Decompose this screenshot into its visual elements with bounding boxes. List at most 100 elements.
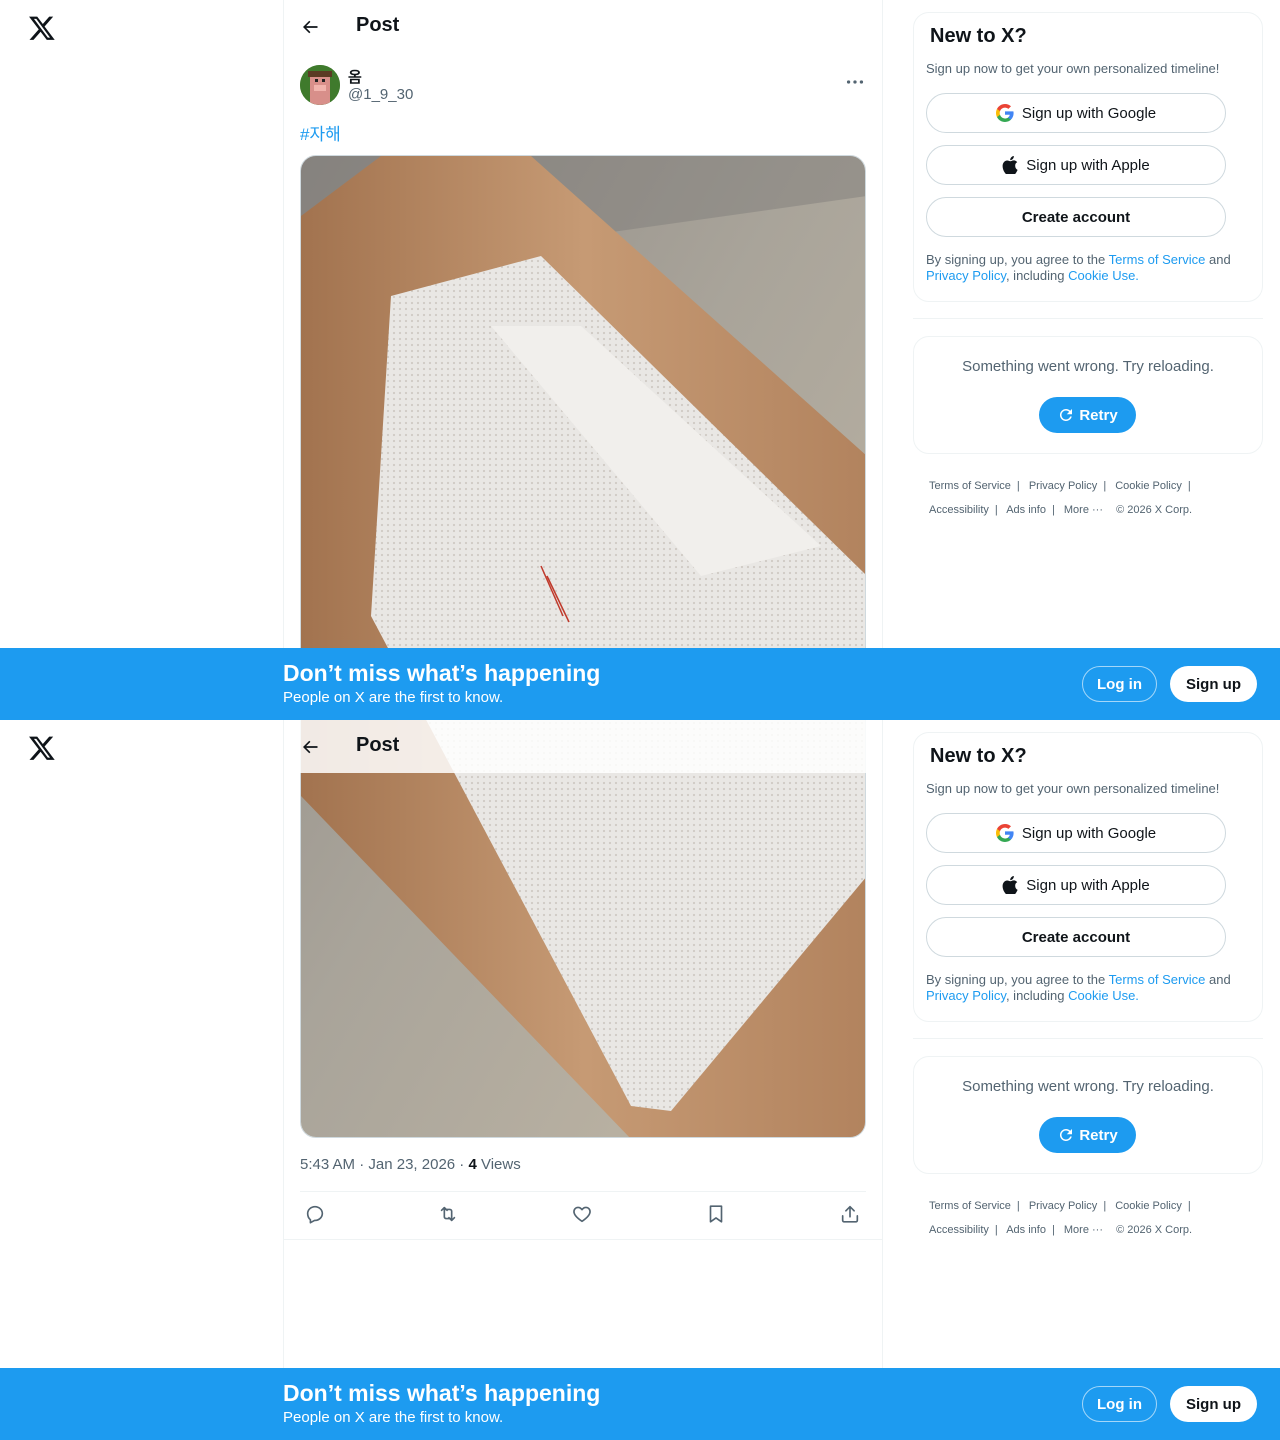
- apple-icon: [1002, 156, 1018, 174]
- footer-cookie-link[interactable]: Cookie Policy: [1115, 480, 1182, 492]
- banner-subtitle: People on X are the first to know.: [283, 689, 504, 706]
- legal-including: , including: [1005, 988, 1069, 1003]
- post-actions: [300, 1203, 866, 1225]
- privacy-link[interactable]: Privacy Policy: [926, 988, 1006, 1003]
- retry-label: Retry: [1079, 406, 1118, 424]
- views-label: Views: [476, 1156, 521, 1173]
- viewport-scrolled: Post 5:43 AM · Jan 23, 2026 · 4 Views Ne…: [0, 720, 1280, 1440]
- post-photo: [301, 720, 865, 1137]
- post-header: Post: [284, 0, 882, 53]
- signup-legal: By signing up, you agree to the Terms of…: [926, 972, 1256, 1004]
- signup-apple-label: Sign up with Apple: [1026, 156, 1150, 174]
- display-name[interactable]: 옴: [348, 66, 362, 87]
- create-account-label: Create account: [1021, 928, 1131, 946]
- x-logo-icon[interactable]: [28, 14, 56, 42]
- repost-icon[interactable]: [437, 1203, 459, 1225]
- post-hashtag[interactable]: #자해: [300, 120, 341, 145]
- footer-ads-info-link[interactable]: Ads info: [1006, 504, 1046, 516]
- post-time[interactable]: 5:43 AM: [300, 1156, 355, 1173]
- google-icon: [995, 104, 1014, 122]
- page-title: Post: [356, 14, 400, 36]
- post-image[interactable]: [300, 155, 866, 720]
- footer-accessibility-link[interactable]: Accessibility: [929, 504, 989, 516]
- retry-icon: [1060, 408, 1073, 421]
- post-photo: [301, 156, 865, 720]
- legal-prefix: By signing up, you agree to the: [926, 972, 1109, 987]
- user-handle[interactable]: @1_9_30: [348, 86, 413, 103]
- banner-subtitle: People on X are the first to know.: [283, 1409, 504, 1426]
- signup-google-button[interactable]: Sign up with Google: [926, 813, 1226, 853]
- error-card: Something went wrong. Try reloading. Ret…: [913, 336, 1263, 454]
- login-button[interactable]: Log in: [1082, 1386, 1157, 1422]
- signup-apple-button[interactable]: Sign up with Apple: [926, 145, 1226, 185]
- back-arrow-icon[interactable]: [300, 737, 320, 757]
- bottom-banner: Don’t miss what’s happening People on X …: [0, 648, 1280, 720]
- post-image[interactable]: [300, 720, 866, 1138]
- footer-accessibility-link[interactable]: Accessibility: [929, 1224, 989, 1236]
- error-message: Something went wrong. Try reloading.: [962, 358, 1214, 375]
- create-account-button[interactable]: Create account: [926, 917, 1226, 957]
- signup-google-label: Sign up with Google: [1021, 104, 1157, 122]
- signup-title: New to X?: [930, 25, 1027, 47]
- signup-apple-button[interactable]: Sign up with Apple: [926, 865, 1226, 905]
- signup-google-label: Sign up with Google: [1021, 824, 1157, 842]
- legal-and: and: [1205, 252, 1231, 267]
- signup-subtitle: Sign up now to get your own personalized…: [926, 781, 1220, 796]
- main-column-right-border: [882, 720, 883, 1440]
- cookie-link[interactable]: Cookie Use.: [1068, 988, 1139, 1003]
- avatar[interactable]: [300, 65, 340, 105]
- views-count: 4: [468, 1156, 477, 1173]
- cookie-link[interactable]: Cookie Use.: [1068, 268, 1139, 283]
- apple-icon: [1002, 876, 1018, 894]
- footer-ads-info-link[interactable]: Ads info: [1006, 1224, 1046, 1236]
- create-account-label: Create account: [1021, 208, 1131, 226]
- footer-copyright: © 2026 X Corp.: [1116, 1224, 1193, 1236]
- signup-legal: By signing up, you agree to the Terms of…: [926, 252, 1256, 284]
- banner-title: Don’t miss what’s happening: [283, 1380, 601, 1406]
- post-header: Post: [284, 720, 882, 773]
- footer-terms-link[interactable]: Terms of Service: [929, 480, 1011, 492]
- more-icon[interactable]: [844, 71, 866, 93]
- sidebar-divider: [913, 1038, 1263, 1039]
- retry-button[interactable]: Retry: [1039, 1117, 1136, 1153]
- footer-more-link[interactable]: More ···: [1064, 1224, 1103, 1236]
- footer-links: Terms of Service | Privacy Policy | Cookie…: [929, 1200, 1193, 1236]
- like-icon[interactable]: [571, 1203, 593, 1225]
- error-card: Something went wrong. Try reloading. Ret…: [913, 1056, 1263, 1174]
- login-button[interactable]: Log in: [1082, 666, 1157, 702]
- legal-including: , including: [1005, 268, 1069, 283]
- terms-link[interactable]: Terms of Service: [1109, 252, 1206, 267]
- footer-links: Terms of Service | Privacy Policy | Cookie…: [929, 480, 1193, 516]
- back-arrow-icon[interactable]: [300, 17, 320, 37]
- footer-more-link[interactable]: More ···: [1064, 504, 1103, 516]
- retry-icon: [1060, 1128, 1073, 1141]
- create-account-button[interactable]: Create account: [926, 197, 1226, 237]
- x-logo-icon[interactable]: [28, 734, 56, 762]
- terms-link[interactable]: Terms of Service: [1109, 972, 1206, 987]
- meta-separator: ·: [455, 1156, 469, 1173]
- retry-button[interactable]: Retry: [1039, 397, 1136, 433]
- legal-and: and: [1205, 972, 1231, 987]
- main-column-left-border: [283, 720, 284, 1440]
- reply-icon[interactable]: [304, 1203, 326, 1225]
- viewport-top: Post 옴 @1_9_30 #자해 New to X? Sign up now…: [0, 0, 1280, 720]
- meta-divider: [300, 1191, 866, 1192]
- footer-privacy-link[interactable]: Privacy Policy: [1029, 1200, 1097, 1212]
- signup-google-button[interactable]: Sign up with Google: [926, 93, 1226, 133]
- footer-terms-link[interactable]: Terms of Service: [929, 1200, 1011, 1212]
- error-message: Something went wrong. Try reloading.: [962, 1078, 1214, 1095]
- signup-button[interactable]: Sign up: [1170, 666, 1257, 702]
- post-meta: 5:43 AM · Jan 23, 2026 · 4 Views: [300, 1156, 521, 1173]
- post-date[interactable]: Jan 23, 2026: [368, 1156, 455, 1173]
- bottom-banner: Don’t miss what’s happening People on X …: [0, 1368, 1280, 1440]
- privacy-link[interactable]: Privacy Policy: [926, 268, 1006, 283]
- footer-cookie-link[interactable]: Cookie Policy: [1115, 1200, 1182, 1212]
- post-bottom-divider: [284, 1239, 882, 1240]
- signup-apple-label: Sign up with Apple: [1026, 876, 1150, 894]
- signup-card: New to X? Sign up now to get your own pe…: [913, 732, 1263, 1022]
- signup-button[interactable]: Sign up: [1170, 1386, 1257, 1422]
- share-icon[interactable]: [839, 1203, 861, 1225]
- main-column-left-border: [283, 0, 284, 720]
- bookmark-icon[interactable]: [705, 1203, 727, 1225]
- footer-privacy-link[interactable]: Privacy Policy: [1029, 480, 1097, 492]
